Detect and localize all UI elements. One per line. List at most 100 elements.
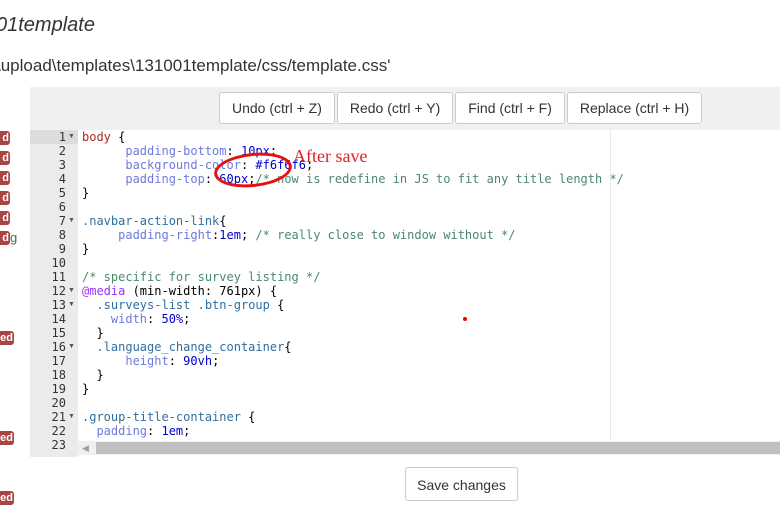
line-number: 13 xyxy=(51,298,66,312)
code-line: .surveys-list .btn-group { xyxy=(82,298,284,312)
fold-toggle-icon[interactable]: ▼ xyxy=(68,410,75,424)
fold-toggle-icon[interactable]: ▼ xyxy=(68,298,75,312)
line-number: 4 xyxy=(58,172,66,186)
status-badge: d xyxy=(0,151,10,165)
line-number: 7 xyxy=(58,214,66,228)
scroll-left-icon[interactable]: ◀ xyxy=(82,441,89,455)
replace-button[interactable]: Replace (ctrl + H) xyxy=(566,92,703,124)
page-title: 01template xyxy=(0,14,95,36)
code-token: @media xyxy=(82,284,126,298)
code-token: 1em xyxy=(219,228,241,242)
code-token: height xyxy=(125,354,169,368)
find-button[interactable]: Find (ctrl + F) xyxy=(455,92,565,124)
line-number: 19 xyxy=(51,382,66,396)
code-editor[interactable]: 1 ▼ 2 3 4 5 6 7 ▼ 8 9 10 11 12 ▼ 13 ▼ 14 15 16 ▼ 17 18 19 20 21 ▼ 2… xyxy=(30,130,780,457)
code-token: body xyxy=(82,130,111,144)
editor-toolbar: Undo (ctrl + Z) Redo (ctrl + Y) Find (ct… xyxy=(219,92,703,124)
fold-toggle-icon[interactable]: ▼ xyxy=(68,130,75,144)
line-number: 22 xyxy=(51,424,66,438)
undo-button[interactable]: Undo (ctrl + Z) xyxy=(219,92,335,124)
line-number: 10 xyxy=(51,256,66,270)
line-number: 16 xyxy=(51,340,66,354)
line-number: 17 xyxy=(51,354,66,368)
line-number: 6 xyxy=(58,200,66,214)
code-token: (min-width: 761px) { xyxy=(125,284,278,298)
code-token: } xyxy=(82,186,90,200)
code-token: : xyxy=(168,354,184,368)
code-token: ; xyxy=(240,228,256,242)
line-number: 14 xyxy=(51,312,66,326)
line-number: 1 xyxy=(58,130,66,144)
code-line: width: 50%; xyxy=(82,312,191,326)
line-number: 8 xyxy=(58,228,66,242)
status-badge: d xyxy=(0,171,10,185)
line-number: 11 xyxy=(51,270,66,284)
status-badge: ed xyxy=(0,331,14,345)
code-line: } xyxy=(82,186,89,200)
code-token: /* really close to window without */ xyxy=(255,228,516,242)
fold-toggle-icon[interactable]: ▼ xyxy=(68,214,75,228)
line-number: 9 xyxy=(58,242,66,256)
code-line: .navbar-action-link{ xyxy=(82,214,227,228)
code-token: .navbar-action-link xyxy=(82,214,220,228)
status-badge: d xyxy=(0,191,10,205)
code-token: } xyxy=(82,242,90,256)
code-token: } xyxy=(82,326,104,340)
line-number: 23 xyxy=(51,438,66,452)
save-changes-button[interactable]: Save changes xyxy=(405,467,518,501)
line-number: 21 xyxy=(51,410,66,424)
code-token: /* now is redefine in JS to fit any titl… xyxy=(255,172,624,186)
editor-panel: Undo (ctrl + Z) Redo (ctrl + Y) Find (ct… xyxy=(30,87,780,457)
scrollbar-thumb[interactable] xyxy=(96,442,780,454)
code-token: 50% xyxy=(161,312,184,326)
code-token: padding-right xyxy=(118,228,213,242)
code-token: { xyxy=(269,298,285,312)
status-badge: ed xyxy=(0,491,14,505)
redo-button[interactable]: Redo (ctrl + Y) xyxy=(336,92,454,124)
horizontal-scrollbar[interactable]: ◀ xyxy=(78,441,780,455)
code-token: padding-top xyxy=(125,172,205,186)
fold-toggle-icon[interactable]: ▼ xyxy=(68,284,75,298)
code-token: .surveys-list .btn-group xyxy=(96,298,270,312)
code-token: /* specific for survey listing */ xyxy=(82,270,321,284)
code-token: padding xyxy=(96,424,148,438)
code-token: ; xyxy=(183,424,191,438)
code-token: { xyxy=(284,340,292,354)
code-token: .language_change_container xyxy=(96,340,285,354)
status-badge: d xyxy=(0,231,10,245)
code-line: @media (min-width: 761px) { xyxy=(82,284,277,298)
status-badge: d xyxy=(0,211,10,225)
code-token: { xyxy=(240,410,256,424)
code-token: : xyxy=(147,312,162,326)
annotation-text: After save xyxy=(293,146,368,166)
line-number: 15 xyxy=(51,326,66,340)
status-badge: ed xyxy=(0,431,14,445)
code-line: padding-right:1em; /* really close to wi… xyxy=(82,228,516,242)
code-line: padding: 1em; xyxy=(82,424,190,438)
line-number: 12 xyxy=(51,284,66,298)
code-line: body { xyxy=(82,130,125,144)
fold-toggle-icon[interactable]: ▼ xyxy=(68,340,75,354)
code-line: } xyxy=(82,242,89,256)
code-line: /* specific for survey listing */ xyxy=(82,270,320,284)
file-path: \upload\templates\131001template/css/tem… xyxy=(0,56,391,75)
code-token: ; xyxy=(183,312,191,326)
side-text: g xyxy=(10,230,18,245)
code-token: 1em xyxy=(161,424,184,438)
line-number: 20 xyxy=(51,396,66,410)
code-line: } xyxy=(82,368,103,382)
line-gutter: 1 ▼ 2 3 4 5 6 7 ▼ 8 9 10 11 12 ▼ 13 ▼ 14 15 16 ▼ 17 18 19 20 21 ▼ 2… xyxy=(30,130,78,457)
status-badge: d xyxy=(0,131,10,145)
code-line: } xyxy=(82,382,89,396)
line-number: 5 xyxy=(58,186,66,200)
code-token: ; xyxy=(212,354,220,368)
code-token: } xyxy=(82,382,90,396)
